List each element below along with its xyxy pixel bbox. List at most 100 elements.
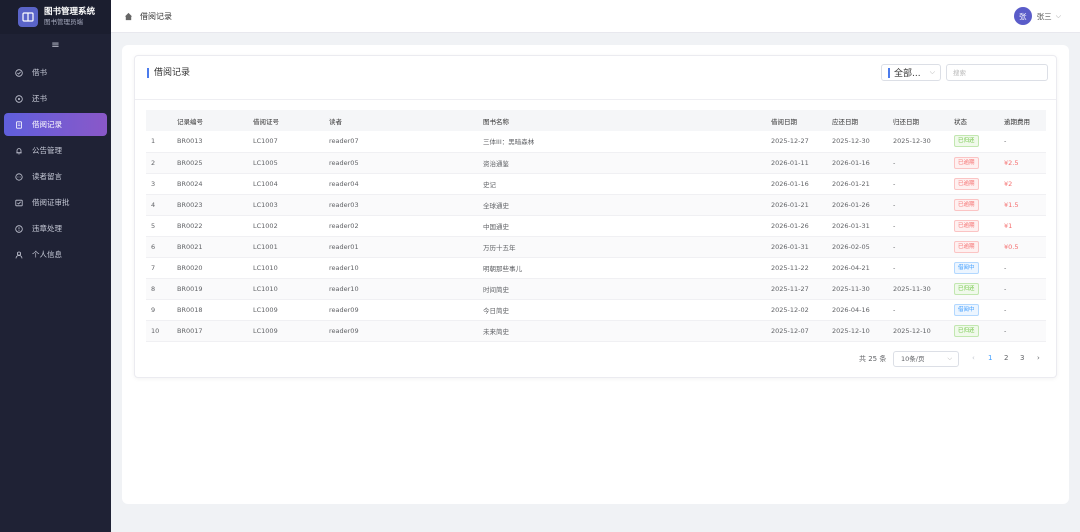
sidebar-item-label: 违章处理 — [32, 224, 62, 233]
sidebar-item-7[interactable]: 个人信息 — [4, 243, 107, 266]
reader: reader02 — [329, 215, 483, 237]
record-id: BR0013 — [177, 131, 253, 153]
card-id: LC1009 — [253, 299, 329, 321]
table-row[interactable]: 5 BR0022 LC1002 reader02 中国通史 2026-01-26 2026-… — [146, 215, 1046, 237]
column-header: 归还日期 — [893, 110, 954, 131]
sidebar-item-6[interactable]: 违章处理 — [4, 217, 107, 240]
table-row[interactable]: 2 BR0025 LC1005 reader05 资治通鉴 2026-01-11 2026-… — [146, 152, 1046, 174]
status-filter-select[interactable]: 全部... ⌵ — [881, 64, 941, 81]
overdue-fee: ¥1 — [1004, 215, 1046, 237]
page-number[interactable]: 1 — [988, 354, 992, 362]
user-name[interactable]: 张三 — [1037, 11, 1052, 22]
return-date: 2025-12-30 — [893, 131, 954, 153]
reader: reader01 — [329, 236, 483, 258]
reader: reader09 — [329, 299, 483, 321]
return-date: - — [893, 194, 954, 216]
row-index: 9 — [146, 299, 177, 321]
overdue-fee: ¥0.5 — [1004, 236, 1046, 258]
sidebar-item-3[interactable]: 公告管理 — [4, 139, 107, 162]
column-header: 借阅证号 — [253, 110, 329, 131]
card-id: LC1009 — [253, 320, 329, 342]
return-date: - — [893, 236, 954, 258]
row-index: 6 — [146, 236, 177, 258]
brand: 图书管理系统 图书管理员端 — [0, 0, 111, 34]
total-count: 共 25 条 — [859, 355, 887, 363]
table-row[interactable]: 7 BR0020 LC1010 reader10 明朝那些事儿 2025-11-22 202… — [146, 257, 1046, 279]
status-badge: 已归还 — [954, 282, 979, 295]
home-icon[interactable] — [124, 12, 133, 21]
due-date: 2026-01-21 — [832, 173, 893, 195]
return-icon — [15, 94, 23, 103]
table-row[interactable]: 10 BR0017 LC1009 reader09 未来简史 2025-12-07 2025… — [146, 320, 1046, 342]
reader: reader05 — [329, 152, 483, 174]
page-size-select[interactable]: 10条/页 ⌵ — [893, 351, 959, 367]
column-header: 借阅日期 — [771, 110, 832, 131]
record-id: BR0020 — [177, 257, 253, 279]
book-title: 中国通史 — [483, 215, 771, 237]
user-menu[interactable]: 张 张三 ⌵ — [1013, 7, 1061, 25]
column-header: 状态 — [954, 110, 1004, 131]
records-table: 记录编号 借阅证号 读者 图书名称 借阅日期 应还日期 归还日期 状态 逾期费用 1 BR0013… — [146, 110, 1046, 342]
page-title: 借阅记录 — [147, 68, 190, 78]
card-id: LC1010 — [253, 278, 329, 300]
table-row[interactable]: 4 BR0023 LC1003 reader03 全球通史 2026-01-21 2026-… — [146, 194, 1046, 216]
sidebar-item-1[interactable]: 还书 — [4, 87, 107, 110]
check-circle-icon — [15, 68, 23, 77]
row-index: 5 — [146, 215, 177, 237]
records-card: 借阅记录 全部... ⌵ 记录编号借阅证号读者图书名称借阅日期应还日期归还日期状… — [134, 55, 1057, 378]
prev-page-icon[interactable]: ‹ — [972, 354, 975, 362]
status-badge: 借阅中 — [954, 261, 979, 274]
user-icon — [15, 251, 23, 258]
due-date: 2026-01-26 — [832, 194, 893, 216]
book-logo-icon — [18, 7, 38, 27]
sidebar-item-5[interactable]: 借阅证审批 — [4, 191, 107, 214]
column-header: 读者 — [329, 110, 483, 131]
due-date: 2026-04-16 — [832, 299, 893, 321]
card-id: LC1007 — [253, 131, 329, 153]
sidebar: 图书管理系统 图书管理员端 ≡ 借书还书借阅记录公告管理读者留言借阅证审批违章处… — [0, 0, 111, 532]
table-row[interactable]: 1 BR0013 LC1007 reader07 三体III：黑暗森林 2025-12-2… — [146, 131, 1046, 153]
search-input[interactable] — [946, 64, 1048, 81]
status-badge: 已逾期 — [954, 219, 979, 232]
sidebar-item-2[interactable]: 借阅记录 — [4, 113, 107, 136]
overdue-fee: ¥1.5 — [1004, 194, 1046, 216]
overdue-fee: - — [1004, 257, 1046, 279]
chevron-down-icon[interactable]: ⌵ — [1056, 12, 1061, 21]
due-date: 2026-02-05 — [832, 236, 893, 258]
menu-toggle-icon[interactable]: ≡ — [0, 34, 111, 56]
table-row[interactable]: 8 BR0019 LC1010 reader10 时间简史 2025-11-27 2025-… — [146, 278, 1046, 300]
overdue-fee: - — [1004, 320, 1046, 342]
sidebar-item-4[interactable]: 读者留言 — [4, 165, 107, 188]
table-row[interactable]: 3 BR0024 LC1004 reader04 史记 2026-01-16 2026-01… — [146, 173, 1046, 195]
next-page-icon[interactable]: › — [1037, 354, 1040, 362]
card-id: LC1003 — [253, 194, 329, 216]
warning-icon — [15, 224, 23, 233]
record-id: BR0019 — [177, 278, 253, 300]
table-row[interactable]: 6 BR0021 LC1001 reader01 万历十五年 2026-01-31 2026… — [146, 236, 1046, 258]
avatar[interactable]: 张 — [1013, 7, 1032, 25]
table-row[interactable]: 9 BR0018 LC1009 reader09 今日简史 2025-12-02 2026-… — [146, 299, 1046, 321]
book-title: 史记 — [483, 173, 771, 195]
overdue-fee: ¥2 — [1004, 173, 1046, 195]
sidebar-item-label: 借书 — [32, 68, 47, 77]
book-title: 明朝那些事儿 — [483, 257, 771, 279]
book-title: 全球通史 — [483, 194, 771, 216]
page-number[interactable]: 2 — [1004, 354, 1008, 362]
record-id: BR0023 — [177, 194, 253, 216]
page-number[interactable]: 3 — [1020, 354, 1024, 362]
sidebar-item-0[interactable]: 借书 — [4, 61, 107, 84]
approval-icon — [15, 199, 23, 206]
borrow-date: 2025-12-27 — [771, 131, 832, 153]
document-icon — [16, 120, 22, 129]
row-index: 4 — [146, 194, 177, 216]
return-date: - — [893, 257, 954, 279]
filter-value: 全部... — [894, 69, 921, 79]
borrow-date: 2026-01-21 — [771, 194, 832, 216]
borrow-date: 2025-11-27 — [771, 278, 832, 300]
status-badge: 已逾期 — [954, 177, 979, 190]
record-id: BR0017 — [177, 320, 253, 342]
app-subtitle: 图书管理员端 — [44, 18, 83, 26]
return-date: - — [893, 152, 954, 174]
due-date: 2025-12-30 — [832, 131, 893, 153]
overdue-fee: - — [1004, 278, 1046, 300]
